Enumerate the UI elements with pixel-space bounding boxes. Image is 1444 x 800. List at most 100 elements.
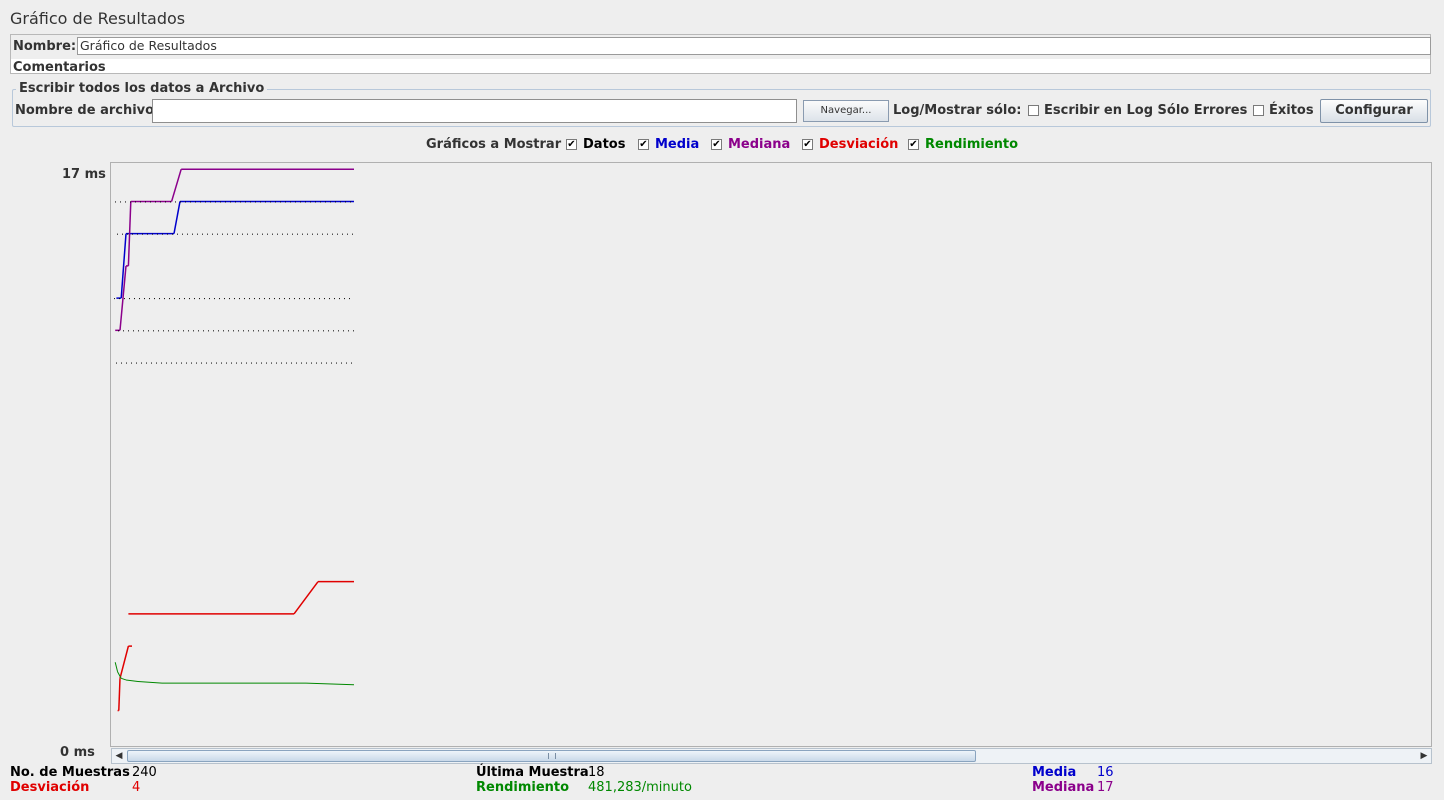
data-point	[215, 201, 216, 203]
data-point	[154, 298, 155, 300]
data-point	[153, 330, 154, 332]
series-desviación-segment	[119, 645, 130, 679]
data-point	[164, 298, 165, 300]
data-point	[165, 201, 166, 203]
data-point	[235, 201, 236, 203]
data-point	[321, 362, 322, 364]
successes-checkbox[interactable]	[1253, 105, 1264, 116]
data-point	[274, 298, 275, 300]
data-point	[159, 298, 160, 300]
data-point	[174, 298, 175, 300]
data-point	[172, 233, 173, 235]
data-point	[139, 298, 140, 300]
data-point	[179, 298, 180, 300]
data-point	[200, 201, 201, 203]
data-point	[221, 362, 222, 364]
data-point	[263, 330, 264, 332]
data-point	[239, 298, 240, 300]
data-point	[237, 233, 238, 235]
scroll-right-icon[interactable]: ▶	[1417, 749, 1431, 763]
rendimiento-checkbox[interactable]: ✔	[908, 139, 919, 150]
data-point	[318, 330, 319, 332]
deviation-label: Desviación	[10, 780, 90, 795]
rendimiento-label[interactable]: Rendimiento	[925, 137, 1018, 152]
data-point	[212, 233, 213, 235]
data-point	[184, 298, 185, 300]
desviacion-label[interactable]: Desviación	[819, 137, 898, 152]
data-point	[349, 298, 350, 300]
data-point	[158, 330, 159, 332]
data-point	[155, 201, 156, 203]
data-point	[240, 201, 241, 203]
mediana-label[interactable]: Mediana	[728, 137, 790, 152]
filename-input[interactable]	[152, 99, 797, 123]
successes-label[interactable]: Éxitos	[1269, 103, 1314, 118]
data-point	[250, 201, 251, 203]
results-graph-svg	[114, 168, 355, 712]
data-point	[306, 362, 307, 364]
file-group-title: Escribir todos los datos a Archivo	[16, 81, 268, 96]
datos-checkbox[interactable]: ✔	[566, 139, 577, 150]
data-point	[114, 298, 115, 300]
data-point	[247, 233, 248, 235]
data-point	[279, 298, 280, 300]
graph-scrollbar[interactable]: ◀ ▶	[111, 748, 1432, 764]
data-point	[126, 362, 127, 364]
data-point	[325, 201, 326, 203]
data-point	[269, 298, 270, 300]
data-point	[119, 298, 120, 300]
data-point	[320, 201, 321, 203]
data-point	[317, 233, 318, 235]
data-point	[230, 201, 231, 203]
browse-button[interactable]: Navegar...	[803, 100, 889, 122]
data-point	[201, 362, 202, 364]
series-mediana-segment	[170, 169, 182, 202]
data-point	[264, 298, 265, 300]
series-media-segment	[173, 201, 181, 234]
data-point	[219, 298, 220, 300]
data-point	[175, 201, 176, 203]
data-point	[276, 362, 277, 364]
series-rendimiento-segment	[305, 682, 355, 686]
datos-label[interactable]: Datos	[583, 137, 625, 152]
data-point	[291, 362, 292, 364]
mediana-checkbox[interactable]: ✔	[711, 139, 722, 150]
data-point	[190, 201, 191, 203]
graphs-to-show-label: Gráficos a Mostrar	[426, 137, 562, 152]
data-point	[323, 330, 324, 332]
data-point	[339, 298, 340, 300]
data-point	[258, 330, 259, 332]
data-point	[277, 233, 278, 235]
data-point	[192, 233, 193, 235]
data-point	[272, 233, 273, 235]
data-point	[296, 362, 297, 364]
scrollbar-thumb[interactable]	[127, 750, 976, 762]
errors-only-label[interactable]: Escribir en Log Sólo Errores	[1044, 103, 1247, 118]
media-label[interactable]: Media	[655, 137, 699, 152]
data-point	[121, 362, 122, 364]
data-point	[293, 330, 294, 332]
data-point	[352, 233, 353, 235]
data-point	[187, 233, 188, 235]
data-point	[265, 201, 266, 203]
median-label: Mediana	[1032, 780, 1095, 795]
data-point	[328, 330, 329, 332]
y-axis-min-label: 0 ms	[60, 745, 95, 760]
data-point	[136, 362, 137, 364]
data-point	[209, 298, 210, 300]
data-point	[343, 330, 344, 332]
configure-button[interactable]: Configurar	[1320, 99, 1428, 123]
media-checkbox[interactable]: ✔	[638, 139, 649, 150]
data-point	[256, 362, 257, 364]
comments-label[interactable]: Comentarios	[13, 60, 106, 75]
data-point	[145, 201, 146, 203]
name-input[interactable]: Gráfico de Resultados	[77, 37, 1431, 55]
desviacion-checkbox[interactable]: ✔	[802, 139, 813, 150]
errors-only-checkbox[interactable]	[1028, 105, 1039, 116]
data-point	[259, 298, 260, 300]
data-point	[211, 362, 212, 364]
name-panel: Nombre: Gráfico de Resultados Comentario…	[10, 34, 1431, 75]
data-point	[346, 362, 347, 364]
scroll-left-icon[interactable]: ◀	[112, 749, 126, 763]
data-point	[350, 201, 351, 203]
